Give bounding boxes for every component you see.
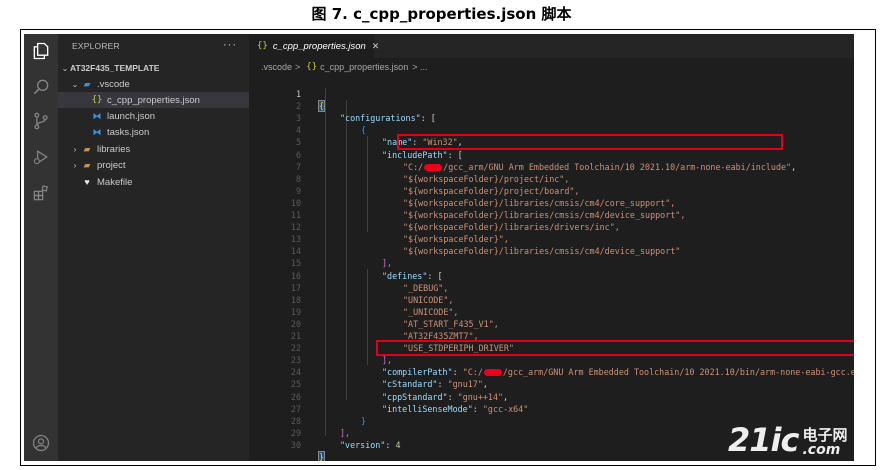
explorer-sidebar: EXPLORER ··· ⌄ AT32F435_TEMPLATE ⌄ ▰ .vs… — [58, 34, 249, 461]
code-line: 15 "defines": [ — [249, 245, 854, 280]
code-line: 2 "configurations": [ — [249, 88, 854, 123]
makefile-icon: ♥ — [84, 177, 90, 187]
account-icon[interactable] — [30, 432, 52, 454]
tree-item-label: libraries — [97, 143, 131, 155]
file-launch-json[interactable]: ⧓ launch.json — [58, 108, 249, 124]
site-watermark: 21ic 电子网 .com — [728, 418, 847, 458]
extensions-icon[interactable] — [30, 182, 52, 204]
search-icon[interactable] — [30, 76, 52, 98]
tree-item-label: .vscode — [97, 78, 130, 90]
code-line: 14 ], — [249, 233, 854, 268]
watermark-number: 21ic — [728, 421, 799, 459]
library-folder-icon: ▰ — [83, 143, 91, 154]
code-line: 8 "${workspaceFolder}/project/board", — [249, 161, 854, 196]
include-path-highlight — [397, 134, 783, 150]
breadcrumb: .vscode > {} c_cpp_properties.json > ... — [249, 58, 854, 76]
figure-caption: 图 7. c_cpp_properties.json 脚本 — [311, 5, 572, 23]
line-number: 30 — [290, 439, 301, 450]
breadcrumb-tail[interactable]: > ... — [412, 62, 427, 72]
code-line: 16 "_DEBUG", — [249, 258, 854, 293]
tab-label: c_cpp_properties.json — [272, 40, 366, 52]
file-c-cpp-properties[interactable]: {} c_cpp_properties.json — [58, 92, 249, 108]
compiler-path-highlight — [376, 340, 854, 356]
code-token: "version" — [340, 439, 386, 450]
breadcrumb-separator: > — [295, 62, 301, 72]
folder-vscode[interactable]: ⌄ ▰ .vscode — [58, 76, 249, 92]
activity-bar — [24, 34, 58, 461]
run-debug-icon[interactable] — [30, 146, 52, 168]
code-line: 10 "${workspaceFolder}/libraries/cmsis/c… — [249, 185, 854, 220]
workspace-root-label: AT32F435_TEMPLATE — [70, 63, 160, 73]
code-line: 18 "_UNICODE", — [249, 282, 854, 317]
vscode-file-icon: ⧓ — [92, 126, 102, 137]
code-line: 12 "${workspaceFolder}", — [249, 209, 854, 244]
json-file-icon: {} — [306, 62, 318, 72]
folder-icon: ▰ — [83, 159, 91, 170]
watermark-cn: 电子网 — [802, 426, 848, 444]
line-content: } — [317, 451, 326, 461]
tree-item-label: project — [97, 159, 126, 171]
code-line: 27 } — [249, 391, 854, 426]
code-line: 13 "${workspaceFolder}/libraries/cmsis/c… — [249, 221, 854, 256]
tab-c-cpp-properties[interactable]: {} c_cpp_properties.json ✕ — [249, 34, 379, 58]
code-line: 17 "UNICODE", — [249, 270, 854, 305]
chevron-down-icon: ⌄ — [71, 79, 79, 89]
code-line: 9 "${workspaceFolder}/libraries/cmsis/cm… — [249, 173, 854, 208]
code-line: 1 { — [249, 76, 854, 113]
json-file-icon: {} — [257, 41, 268, 51]
code-line: 4 "name": "Win32", — [249, 112, 854, 147]
vscode-file-icon: ⧓ — [92, 110, 102, 121]
code-line: 21 "USE_STDPERIPH_DRIVER" — [249, 318, 854, 353]
code-line: 24 "cStandard": "gnu17", — [249, 354, 854, 389]
watermark-domain: .com — [802, 442, 841, 458]
code-line: 7 "${workspaceFolder}/project/inc", — [249, 149, 854, 184]
chevron-right-icon: › — [73, 160, 77, 170]
code-line: 26 "intelliSenseMode": "gcc-x64" — [249, 379, 854, 414]
folder-project[interactable]: › ▰ project — [58, 157, 249, 173]
chevron-down-icon: ⌄ — [61, 63, 69, 73]
more-actions-icon[interactable]: ··· — [223, 39, 237, 51]
code-token: } — [317, 451, 326, 461]
vscode-window: EXPLORER ··· ⌄ AT32F435_TEMPLATE ⌄ ▰ .vs… — [24, 34, 854, 461]
json-file-icon: {} — [91, 95, 103, 105]
line-content: "version": 4 — [340, 439, 401, 450]
file-tasks-json[interactable]: ⧓ tasks.json — [58, 124, 249, 140]
close-icon[interactable]: ✕ — [372, 41, 380, 52]
code-line: 25 "cppStandard": "gnu++14", — [249, 366, 854, 401]
code-token: 4 — [395, 439, 401, 450]
file-makefile[interactable]: ♥ Makefile — [58, 174, 249, 190]
workspace-root[interactable]: ⌄ AT32F435_TEMPLATE — [58, 60, 249, 76]
editor-tab-bar: {} c_cpp_properties.json ✕ — [249, 34, 854, 58]
folder-libraries[interactable]: › ▰ libraries — [58, 141, 249, 157]
right-margin — [854, 34, 874, 461]
tree-item-label: c_cpp_properties.json — [107, 94, 200, 106]
code-editor[interactable]: 1 { 2 "configurations": [ 3 { 4 "name": … — [249, 76, 854, 461]
breadcrumb-file[interactable]: c_cpp_properties.json — [320, 62, 408, 72]
tree-item-label: tasks.json — [107, 126, 150, 138]
code-line: 19 "AT_START_F435_V1", — [249, 294, 854, 329]
explorer-title: EXPLORER — [72, 41, 120, 51]
code-line: 11 "${workspaceFolder}/libraries/drivers… — [249, 197, 854, 232]
code-line: 28 ], — [249, 403, 854, 438]
tree-item-label: Makefile — [97, 176, 133, 188]
source-control-icon[interactable] — [30, 110, 52, 132]
code-line: 3 { — [249, 100, 854, 135]
chevron-right-icon: › — [73, 144, 77, 154]
tree-item-label: launch.json — [107, 110, 156, 122]
vscode-folder-icon: ▰ — [83, 78, 91, 89]
breadcrumb-folder[interactable]: .vscode — [261, 62, 292, 72]
code-line: 20 "AT32F435ZMT7", — [249, 306, 854, 341]
explorer-icon[interactable] — [30, 40, 52, 62]
